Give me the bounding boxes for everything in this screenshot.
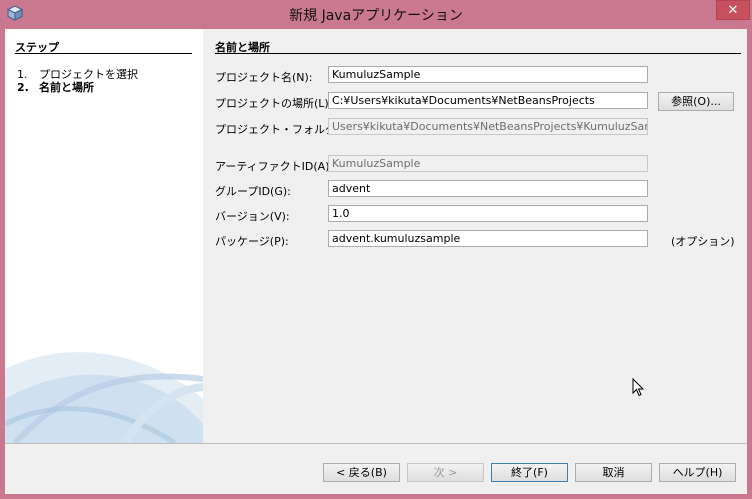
project-location-input[interactable]: C:¥Users¥kikuta¥Documents¥NetBeansProjec…	[328, 92, 648, 109]
project-name-input[interactable]: KumuluzSample	[328, 66, 648, 83]
finish-button[interactable]: 終了(F)	[491, 463, 568, 482]
project-folder-input: Users¥kikuta¥Documents¥NetBeansProjects¥…	[328, 118, 648, 135]
next-button: 次 >	[407, 463, 484, 482]
mouse-pointer-icon	[632, 378, 644, 397]
decorative-swoosh-image	[5, 352, 203, 443]
package-label: パッケージ(P):	[215, 235, 289, 248]
optional-note: (オプション)	[671, 235, 735, 248]
version-label: バージョン(V):	[215, 210, 290, 223]
dialog-content: ステップ 1. プロジェクトを選択 2. 名前と場所 名前と場所 プロジェクト名(N…	[5, 29, 747, 494]
close-button[interactable]: ✕	[716, 0, 750, 20]
cancel-button[interactable]: 取消	[575, 463, 652, 482]
help-button[interactable]: ヘルプ(H)	[659, 463, 736, 482]
back-button[interactable]: < 戻る(B)	[323, 463, 400, 482]
group-id-input[interactable]: advent	[328, 180, 648, 197]
group-id-label: グループID(G):	[215, 185, 291, 198]
section-divider	[215, 53, 741, 54]
steps-panel: ステップ 1. プロジェクトを選択 2. 名前と場所	[5, 29, 203, 443]
package-input[interactable]: advent.kumuluzsample	[328, 230, 648, 247]
form-panel: 名前と場所 プロジェクト名(N): KumuluzSample プロジェクトの場…	[203, 29, 747, 443]
artifact-id-input: KumuluzSample	[328, 155, 648, 172]
window-title: 新規 Javaアプリケーション	[289, 8, 463, 24]
step-item-name-location: 2. 名前と場所	[17, 79, 94, 95]
button-bar-divider	[5, 443, 747, 444]
step-label: 名前と場所	[39, 81, 94, 94]
project-name-label: プロジェクト名(N):	[215, 71, 313, 84]
version-input[interactable]: 1.0	[328, 205, 648, 222]
title-bar[interactable]: 新規 Javaアプリケーション ✕	[0, 0, 752, 28]
steps-divider	[15, 53, 192, 54]
step-number: 2.	[17, 81, 29, 94]
project-location-label: プロジェクトの場所(L):	[215, 97, 333, 110]
artifact-id-label: アーティファクトID(A):	[215, 160, 334, 173]
browse-button[interactable]: 参照(O)...	[658, 92, 734, 111]
dialog-window: 新規 Javaアプリケーション ✕ ステップ 1. プロジェクトを選択 2. 名前と…	[0, 0, 752, 499]
